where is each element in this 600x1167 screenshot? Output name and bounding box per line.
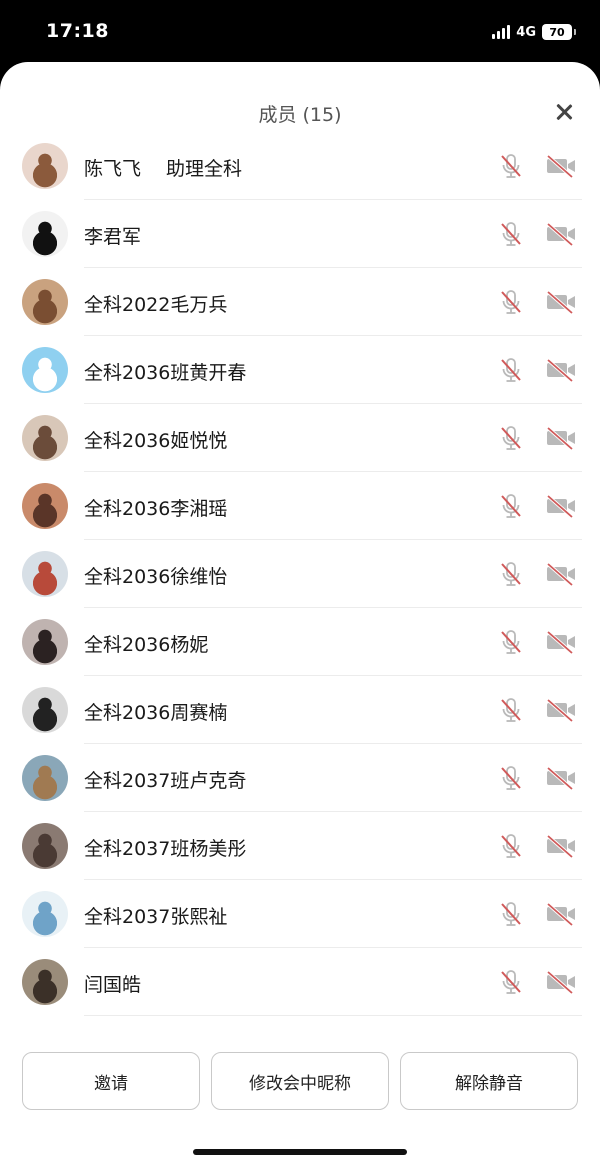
muted-microphone-icon[interactable] [496, 287, 526, 317]
status-time: 17:18 [46, 20, 109, 42]
muted-microphone-icon[interactable] [496, 355, 526, 385]
camera-off-icon[interactable] [544, 288, 578, 316]
avatar [22, 551, 68, 597]
avatar [22, 347, 68, 393]
member-name: 全科2036李湘瑶 [84, 498, 228, 520]
camera-off-icon[interactable] [544, 560, 578, 588]
member-row[interactable]: 全科2022毛万兵 [0, 268, 600, 336]
avatar [22, 415, 68, 461]
members-sheet: 成员 (15) 陈飞飞 助理全科 李君军全科2022毛万兵 全科2036班黄开春 全科… [0, 62, 600, 1167]
muted-microphone-icon[interactable] [496, 491, 526, 521]
member-name: 闫国皓 [84, 974, 142, 996]
member-name: 全科2036姬悦悦 [84, 430, 228, 452]
avatar [22, 279, 68, 325]
muted-microphone-icon[interactable] [496, 559, 526, 589]
member-row[interactable]: 全科2036姬悦悦 [0, 404, 600, 472]
close-icon[interactable] [550, 98, 578, 126]
camera-off-icon[interactable] [544, 492, 578, 520]
member-name: 全科2037班杨美彤 [84, 838, 247, 860]
sheet-title: 成员 (15) [258, 104, 342, 126]
member-name: 全科2036杨妮 [84, 634, 209, 656]
camera-off-icon[interactable] [544, 968, 578, 996]
avatar [22, 143, 68, 189]
avatar [22, 755, 68, 801]
member-list: 陈飞飞 助理全科 李君军全科2022毛万兵 全科2036班黄开春 全科2036姬悦悦全… [0, 132, 600, 1016]
avatar [22, 211, 68, 257]
member-row[interactable]: 陈飞飞 助理全科 [0, 132, 600, 200]
muted-microphone-icon[interactable] [496, 763, 526, 793]
member-row[interactable]: 全科2036杨妮 [0, 608, 600, 676]
member-name: 全科2036徐维怡 [84, 566, 228, 588]
muted-microphone-icon[interactable] [496, 627, 526, 657]
camera-off-icon[interactable] [544, 424, 578, 452]
muted-microphone-icon[interactable] [496, 695, 526, 725]
camera-off-icon[interactable] [544, 152, 578, 180]
camera-off-icon[interactable] [544, 832, 578, 860]
member-row[interactable]: 全科2036徐维怡 [0, 540, 600, 608]
unmute-button[interactable]: 解除静音 [400, 1052, 578, 1110]
status-bar: 17:18 4G 70 [0, 0, 600, 62]
muted-microphone-icon[interactable] [496, 151, 526, 181]
member-row[interactable]: 全科2037张熙祉 [0, 880, 600, 948]
member-name: 全科2022毛万兵 [84, 294, 228, 316]
camera-off-icon[interactable] [544, 628, 578, 656]
network-type: 4G [516, 24, 536, 40]
member-name: 全科2036班黄开春 [84, 362, 247, 384]
camera-off-icon[interactable] [544, 220, 578, 248]
home-indicator [193, 1149, 407, 1155]
cellular-signal-icon [492, 25, 511, 39]
muted-microphone-icon[interactable] [496, 967, 526, 997]
camera-off-icon[interactable] [544, 900, 578, 928]
rename-button[interactable]: 修改会中昵称 [211, 1052, 389, 1110]
battery-level: 70 [549, 25, 565, 39]
avatar [22, 687, 68, 733]
member-row[interactable]: 全科2036班黄开春 [0, 336, 600, 404]
camera-off-icon[interactable] [544, 696, 578, 724]
camera-off-icon[interactable] [544, 764, 578, 792]
battery-icon: 70 [542, 24, 576, 40]
camera-off-icon[interactable] [544, 356, 578, 384]
member-row[interactable]: 全科2037班杨美彤 [0, 812, 600, 880]
member-row[interactable]: 全科2036李湘瑶 [0, 472, 600, 540]
member-row[interactable]: 李君军 [0, 200, 600, 268]
member-row[interactable]: 全科2036周赛楠 [0, 676, 600, 744]
member-name: 全科2036周赛楠 [84, 702, 228, 724]
member-name: 全科2037张熙祉 [84, 906, 228, 928]
avatar [22, 891, 68, 937]
status-indicators: 4G 70 [492, 22, 576, 42]
invite-button[interactable]: 邀请 [22, 1052, 200, 1110]
muted-microphone-icon[interactable] [496, 899, 526, 929]
member-name: 全科2037班卢克奇 [84, 770, 247, 792]
avatar [22, 483, 68, 529]
avatar [22, 959, 68, 1005]
avatar [22, 619, 68, 665]
muted-microphone-icon[interactable] [496, 831, 526, 861]
member-name: 陈飞飞 助理全科 [84, 158, 243, 180]
member-row[interactable]: 全科2037班卢克奇 [0, 744, 600, 812]
avatar [22, 823, 68, 869]
action-bar: 邀请 修改会中昵称 解除静音 [22, 1052, 578, 1110]
muted-microphone-icon[interactable] [496, 423, 526, 453]
member-name: 李君军 [84, 226, 142, 248]
member-row[interactable]: 闫国皓 [0, 948, 600, 1016]
muted-microphone-icon[interactable] [496, 219, 526, 249]
